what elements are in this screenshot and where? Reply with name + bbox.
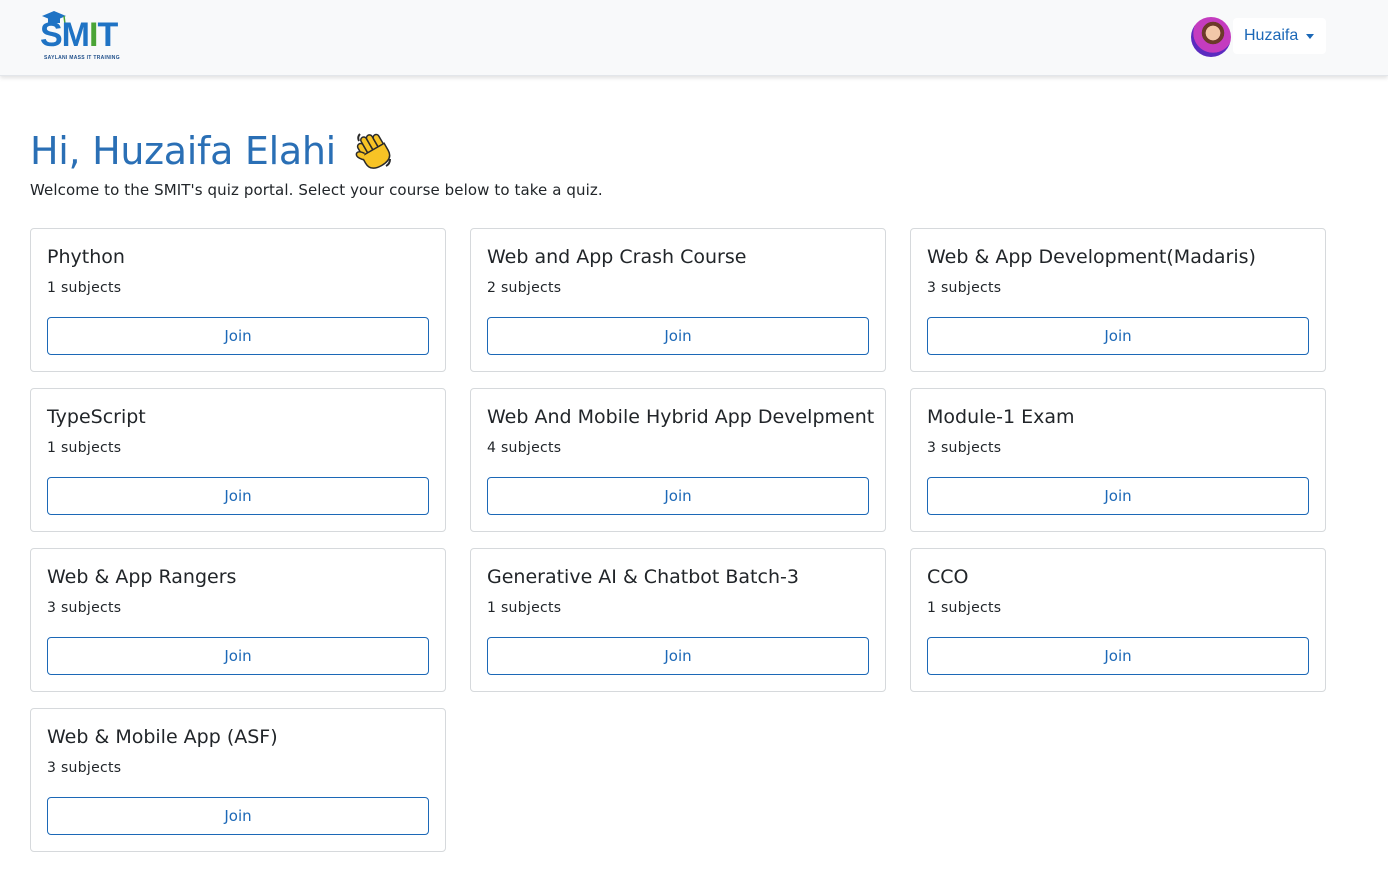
course-subject-count: 4 subjects: [487, 440, 562, 456]
join-button[interactable]: Join: [47, 477, 429, 515]
course-card: Web & App Development(Madaris) 3 subject…: [910, 228, 1326, 372]
course-subject-count: 1 subjects: [47, 440, 122, 456]
course-title: TypeScript: [47, 406, 146, 428]
user-menu[interactable]: Huzaifa: [1191, 17, 1326, 57]
user-dropdown-button[interactable]: Huzaifa: [1233, 18, 1326, 54]
logo-subtitle: SAYLANI MASS IT TRAINING: [44, 55, 120, 61]
course-card: CCO 1 subjects Join: [910, 548, 1326, 692]
course-title: Generative AI & Chatbot Batch-3: [487, 566, 799, 588]
join-button[interactable]: Join: [927, 637, 1309, 675]
course-subject-count: 1 subjects: [927, 600, 1002, 616]
course-title: Web And Mobile Hybrid App Develpment: [487, 406, 875, 428]
course-subject-count: 1 subjects: [47, 280, 122, 296]
course-card: TypeScript 1 subjects Join: [30, 388, 446, 532]
caret-down-icon: [1306, 33, 1315, 39]
course-card: Web & Mobile App (ASF) 3 subjects Join: [30, 708, 446, 852]
course-subject-count: 3 subjects: [927, 280, 1002, 296]
course-card: Web & App Rangers 3 subjects Join: [30, 548, 446, 692]
course-subject-count: 1 subjects: [487, 600, 562, 616]
join-button[interactable]: Join: [47, 317, 429, 355]
course-title: Web & App Rangers: [47, 566, 237, 588]
navbar: SMIT SAYLANI MASS IT TRAINING Huzaifa: [0, 0, 1388, 76]
welcome-text: Welcome to the SMIT's quiz portal. Selec…: [30, 181, 603, 199]
waving-hand-icon: [355, 133, 391, 169]
join-button[interactable]: Join: [927, 477, 1309, 515]
user-name: Huzaifa: [1244, 27, 1299, 44]
course-card: Generative AI & Chatbot Batch-3 1 subjec…: [470, 548, 886, 692]
join-button[interactable]: Join: [47, 797, 429, 835]
course-card: Web And Mobile Hybrid App Develpment 4 s…: [470, 388, 886, 532]
course-title: Module-1 Exam: [927, 406, 1075, 428]
join-button[interactable]: Join: [487, 477, 869, 515]
course-title: Web & Mobile App (ASF): [47, 726, 278, 748]
join-button[interactable]: Join: [487, 317, 869, 355]
join-button[interactable]: Join: [47, 637, 429, 675]
join-button[interactable]: Join: [487, 637, 869, 675]
course-card: Web and App Crash Course 2 subjects Join: [470, 228, 886, 372]
course-subject-count: 3 subjects: [47, 760, 122, 776]
greeting-heading: Hi, Huzaifa Elahi: [30, 126, 396, 176]
course-card: Module-1 Exam 3 subjects Join: [910, 388, 1326, 532]
course-card: Phython 1 subjects Join: [30, 228, 446, 372]
course-title: Phython: [47, 246, 125, 268]
logo-wordmark: SMIT: [40, 16, 118, 54]
course-title: Web & App Development(Madaris): [927, 246, 1256, 268]
course-subject-count: 3 subjects: [927, 440, 1002, 456]
smit-logo[interactable]: SMIT SAYLANI MASS IT TRAINING: [38, 8, 138, 66]
course-title: Web and App Crash Course: [487, 246, 747, 268]
course-subject-count: 2 subjects: [487, 280, 562, 296]
join-button[interactable]: Join: [927, 317, 1309, 355]
course-subject-count: 3 subjects: [47, 600, 122, 616]
course-title: CCO: [927, 566, 969, 588]
greeting-text: Hi, Huzaifa Elahi: [30, 129, 336, 173]
avatar[interactable]: [1191, 17, 1231, 57]
